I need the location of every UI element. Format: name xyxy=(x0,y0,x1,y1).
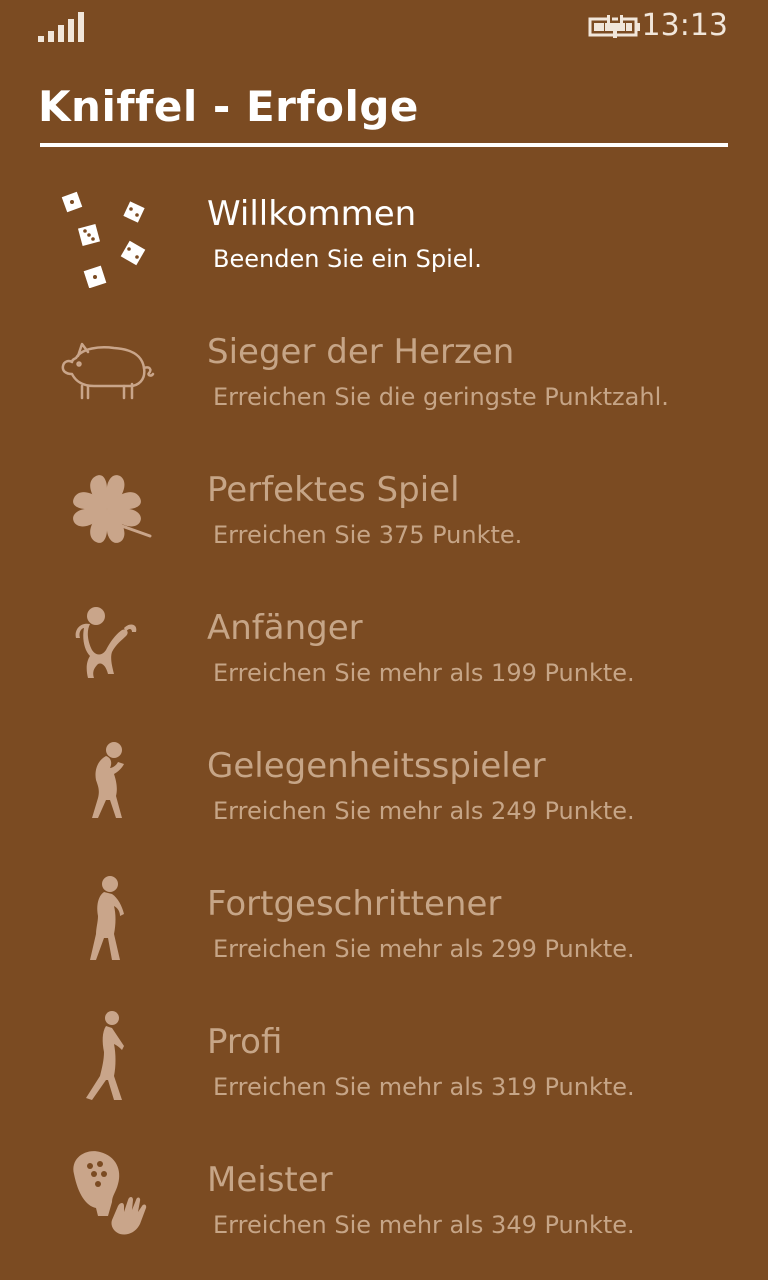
achievement-item-gelegenheitsspieler[interactable]: Gelegenheitsspieler Erreichen Sie mehr a… xyxy=(0,720,768,858)
signal-strength-icon xyxy=(38,12,84,42)
achievement-description: Erreichen Sie mehr als 199 Punkte. xyxy=(213,659,635,687)
achievement-name: Meister xyxy=(207,1160,333,1200)
achievement-name: Perfektes Spiel xyxy=(207,470,460,510)
status-bar: 13:13 xyxy=(0,0,768,56)
achievement-description: Erreichen Sie mehr als 299 Punkte. xyxy=(213,935,635,963)
early-human-icon xyxy=(90,876,124,960)
achievement-description: Erreichen Sie mehr als 349 Punkte. xyxy=(213,1211,635,1239)
achievement-item-meister[interactable]: Meister Erreichen Sie mehr als 349 Punkt… xyxy=(0,1134,768,1272)
achievement-name: Willkommen xyxy=(207,194,417,234)
achievement-item-fortgeschrittener[interactable]: Fortgeschrittener Erreichen Sie mehr als… xyxy=(0,858,768,996)
achievement-description: Erreichen Sie 375 Punkte. xyxy=(213,521,523,549)
achievement-description: Beenden Sie ein Spiel. xyxy=(213,245,482,273)
achievement-name: Sieger der Herzen xyxy=(207,332,515,372)
monkey-icon xyxy=(75,607,137,678)
walking-human-icon xyxy=(86,1011,124,1100)
title-divider xyxy=(40,143,728,147)
achievement-description: Erreichen Sie mehr als 249 Punkte. xyxy=(213,797,635,825)
achievement-name: Profi xyxy=(207,1022,283,1062)
achievement-name: Gelegenheitsspieler xyxy=(207,746,546,786)
achievement-name: Anfänger xyxy=(207,608,363,648)
dice-head-icon xyxy=(73,1151,147,1235)
achievement-item-anfaenger[interactable]: Anfänger Erreichen Sie mehr als 199 Punk… xyxy=(0,582,768,720)
four-leaf-clover-icon xyxy=(73,475,152,543)
achievement-item-perfektes-spiel[interactable]: Perfektes Spiel Erreichen Sie 375 Punkte… xyxy=(0,444,768,582)
achievement-item-profi[interactable]: Profi Erreichen Sie mehr als 319 Punkte. xyxy=(0,996,768,1134)
achievement-description: Erreichen Sie mehr als 319 Punkte. xyxy=(213,1073,635,1101)
ape-icon xyxy=(92,742,124,818)
page-title: Kniffel - Erfolge xyxy=(38,82,419,131)
achievement-name: Fortgeschrittener xyxy=(207,884,502,924)
achievement-item-willkommen[interactable]: Willkommen Beenden Sie ein Spiel. xyxy=(0,168,768,306)
achievements-screen: 13:13 Kniffel - Erfolge Willkommen Beend… xyxy=(0,0,768,1280)
pig-icon xyxy=(61,342,155,400)
achievement-description: Erreichen Sie die geringste Punktzahl. xyxy=(213,383,669,411)
status-time: 13:13 xyxy=(641,8,728,43)
battery-charging-icon xyxy=(588,14,640,38)
dice-icon xyxy=(61,191,146,288)
achievement-item-sieger-der-herzen[interactable]: Sieger der Herzen Erreichen Sie die geri… xyxy=(0,306,768,444)
achievement-list[interactable]: Willkommen Beenden Sie ein Spiel. Sieger… xyxy=(0,168,768,1272)
